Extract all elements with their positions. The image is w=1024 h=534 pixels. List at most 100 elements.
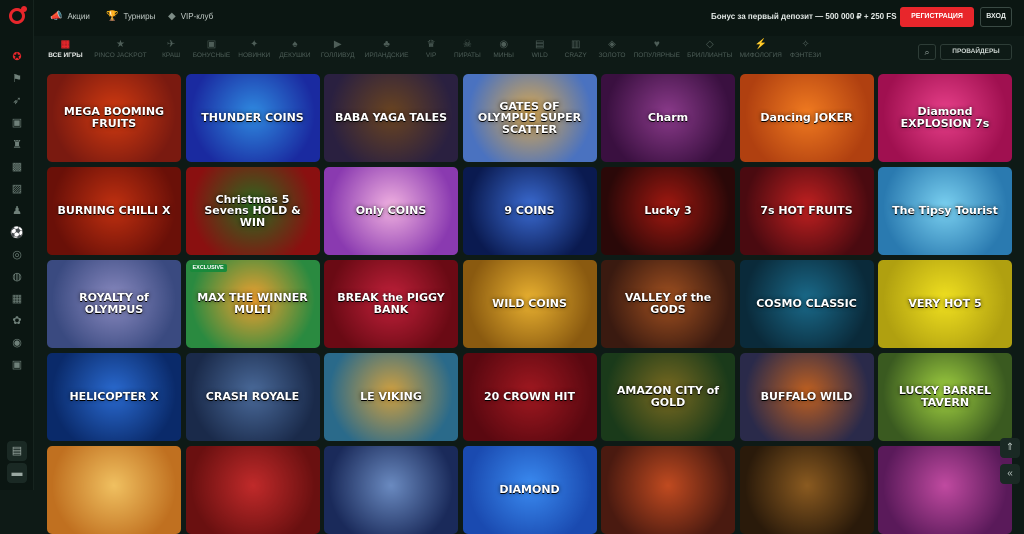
category-label: VIP bbox=[425, 52, 437, 59]
esports-icon[interactable]: ◎ bbox=[10, 248, 24, 262]
game-tile[interactable]: 9 COINS bbox=[462, 167, 597, 255]
game-tile[interactable]: VERY HOT 5 bbox=[878, 260, 1012, 348]
game-tile[interactable]: ROYALTY of OLYMPUS bbox=[47, 260, 181, 348]
game-tile[interactable]: Diamond EXPLOSION 7s bbox=[878, 74, 1012, 162]
app-icon[interactable]: ▬ bbox=[7, 463, 27, 483]
game-tile[interactable] bbox=[47, 446, 181, 534]
category-icon: ◉ bbox=[499, 39, 509, 50]
game-tile[interactable]: Charm bbox=[601, 74, 735, 162]
game-tile[interactable]: WILD COINS bbox=[462, 260, 597, 348]
category-tab[interactable]: ⚡ МИФОЛОГИЯ bbox=[739, 38, 782, 66]
game-title: MAX THE WINNER MULTI bbox=[197, 291, 308, 316]
category-tab[interactable]: ✈ КРАШ bbox=[156, 38, 186, 66]
user-icon[interactable]: ♟ bbox=[10, 204, 24, 218]
game-tile[interactable]: Dancing JOKER bbox=[739, 74, 874, 162]
live-icon[interactable]: ▣ bbox=[10, 116, 24, 130]
casino-icon[interactable]: ✪ bbox=[10, 50, 24, 64]
game-title: LE VIKING bbox=[360, 390, 422, 404]
category-tab[interactable]: ▤ WILD bbox=[525, 38, 555, 66]
game-tile[interactable]: The Tipsy Tourist bbox=[878, 167, 1012, 255]
game-tile[interactable]: Only COINS bbox=[324, 167, 458, 255]
game-tile[interactable] bbox=[878, 446, 1012, 534]
game-title: WILD COINS bbox=[492, 297, 567, 311]
expand-icon[interactable]: « bbox=[1000, 464, 1020, 484]
top-link-1[interactable]: 🏆 Турниры bbox=[106, 11, 155, 22]
game-tile[interactable] bbox=[739, 446, 874, 534]
cards-icon[interactable]: ▩ bbox=[10, 160, 24, 174]
scroll-top-icon[interactable]: ⇑ bbox=[1000, 438, 1020, 458]
game-title: 9 COINS bbox=[504, 204, 555, 218]
category-tab[interactable]: ✦ НОВИНКИ bbox=[237, 38, 272, 66]
chat-icon[interactable]: ▤ bbox=[7, 441, 27, 461]
logo[interactable] bbox=[9, 6, 27, 24]
sports-icon[interactable]: ⚑ bbox=[10, 72, 24, 86]
top-link-0[interactable]: 📣 Акции bbox=[50, 11, 90, 22]
category-icon: ▤ bbox=[534, 39, 545, 50]
game-tile[interactable]: MEGA BOOMING FRUITS bbox=[47, 74, 181, 162]
category-tab[interactable]: ▥ CRAZY bbox=[561, 38, 591, 66]
game-tile[interactable]: VALLEY of the GODS bbox=[601, 260, 735, 348]
game-tile[interactable] bbox=[185, 446, 320, 534]
category-tab[interactable]: ▣ БОНУСНЫЕ bbox=[192, 38, 231, 66]
game-tile[interactable]: HELICOPTER X bbox=[47, 353, 181, 441]
category-label: МИНЫ bbox=[493, 52, 514, 59]
game-tile[interactable]: CRASH ROYALE bbox=[185, 353, 320, 441]
category-tab[interactable]: ♣ ИРЛАНДСКИЕ bbox=[363, 38, 410, 66]
rocket-icon[interactable]: ➶ bbox=[10, 94, 24, 108]
game-tile[interactable] bbox=[601, 446, 735, 534]
trophy-icon: 🏆 bbox=[106, 11, 119, 22]
category-tab[interactable]: ◇ БРИЛЛИАНТЫ bbox=[686, 38, 733, 66]
game-title: BABA YAGA TALES bbox=[334, 111, 448, 125]
category-tab[interactable]: ★ PINCO JACKPOT bbox=[91, 38, 150, 66]
category-tab[interactable]: ♛ VIP bbox=[416, 38, 446, 66]
virtual-icon[interactable]: ◍ bbox=[10, 270, 24, 284]
game-tile[interactable]: DIAMOND bbox=[462, 446, 597, 534]
category-tab[interactable]: ◉ МИНЫ bbox=[489, 38, 519, 66]
game-tile[interactable]: BUFFALO WILD bbox=[739, 353, 874, 441]
sidebar: ✪ ⚑ ➶ ▣ ♜ ▩ ▨ ♟ ⚽ ◎ ◍ ▦ ✿ ◉ ▣ ▤ ▬ bbox=[0, 0, 34, 490]
category-label: МИФОЛОГИЯ bbox=[739, 52, 782, 59]
game-tile[interactable]: AMAZON CITY of GOLD bbox=[601, 353, 735, 441]
category-tab[interactable]: ♥ ПОПУЛЯРНЫЕ bbox=[633, 38, 680, 66]
category-label: КРАШ bbox=[162, 52, 181, 59]
game-tile[interactable]: COSMO CLASSIC bbox=[739, 260, 874, 348]
support-icon[interactable]: ◉ bbox=[10, 336, 24, 350]
category-icon: ✈ bbox=[166, 39, 176, 50]
lottery-icon[interactable]: ▦ bbox=[10, 292, 24, 306]
search-icon[interactable]: ⌕ bbox=[918, 44, 936, 60]
game-tile[interactable]: EXCLUSIVE MAX THE WINNER MULTI bbox=[185, 260, 320, 348]
game-tile[interactable]: GATES OF OLYMPUS SUPER SCATTER bbox=[462, 74, 597, 162]
game-tile[interactable]: BABA YAGA TALES bbox=[324, 74, 458, 162]
table-games-icon[interactable]: ♜ bbox=[10, 138, 24, 152]
login-button[interactable]: ВХОД bbox=[980, 7, 1012, 27]
register-button[interactable]: РЕГИСТРАЦИЯ bbox=[900, 7, 974, 27]
category-label: PINCO JACKPOT bbox=[94, 52, 147, 59]
game-tile[interactable] bbox=[324, 446, 458, 534]
category-tab[interactable]: ◈ ЗОЛОТО bbox=[597, 38, 628, 66]
football-icon[interactable]: ⚽ bbox=[10, 226, 24, 240]
game-title: 7s HOT FRUITS bbox=[760, 204, 853, 218]
category-icon: ◇ bbox=[705, 39, 714, 50]
game-tile[interactable]: LE VIKING bbox=[324, 353, 458, 441]
category-tab[interactable]: ☠ ПИРАТЫ bbox=[452, 38, 483, 66]
category-tab[interactable]: ♠ ДЕКУШКИ bbox=[278, 38, 313, 66]
game-tile[interactable]: Lucky 3 bbox=[601, 167, 735, 255]
category-tab[interactable]: ▦ ВСЕ ИГРЫ bbox=[46, 38, 85, 66]
gift-icon[interactable]: ▣ bbox=[10, 358, 24, 372]
category-tab[interactable]: ▶ ГОЛЛИВУД bbox=[318, 38, 357, 66]
providers-button[interactable]: ПРОВАЙДЕРЫ bbox=[940, 44, 1012, 60]
promo-icon[interactable]: ✿ bbox=[10, 314, 24, 328]
game-tile[interactable]: 7s HOT FRUITS bbox=[739, 167, 874, 255]
game-title: BREAK the PIGGY BANK bbox=[337, 291, 445, 316]
game-tile[interactable]: 20 CROWN HIT bbox=[462, 353, 597, 441]
diamond-icon: ◆ bbox=[168, 11, 176, 22]
game-tile[interactable]: THUNDER COINS bbox=[185, 74, 320, 162]
game-tile[interactable]: LUCKY BARREL TAVERN bbox=[878, 353, 1012, 441]
tickets-icon[interactable]: ▨ bbox=[10, 182, 24, 196]
game-tile[interactable]: BREAK the PIGGY BANK bbox=[324, 260, 458, 348]
game-title: LUCKY BARREL TAVERN bbox=[898, 384, 992, 409]
game-tile[interactable]: BURNING CHILLI X bbox=[47, 167, 181, 255]
top-link-2[interactable]: ◆ VIP-клуб bbox=[168, 11, 213, 22]
category-tab[interactable]: ✧ ФЭНТЕЗИ bbox=[788, 38, 823, 66]
game-tile[interactable]: Christmas 5 Sevens HOLD & WIN bbox=[185, 167, 320, 255]
